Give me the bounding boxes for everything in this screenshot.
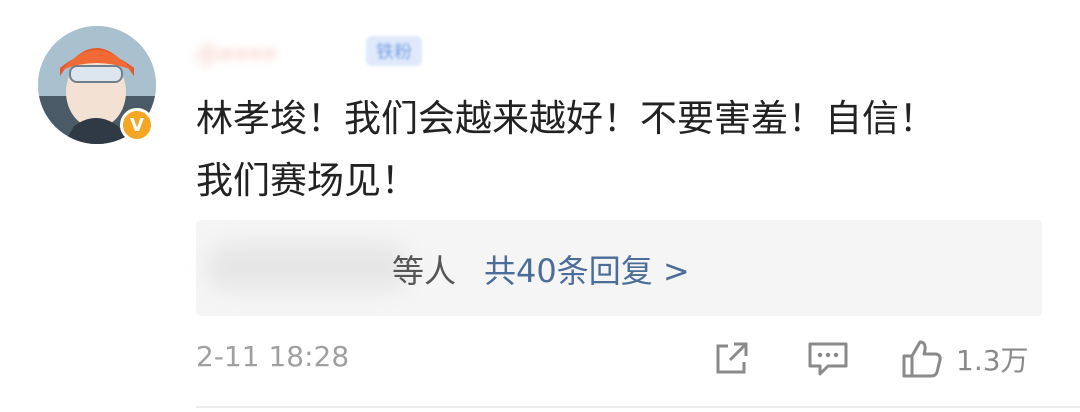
comment-text: 林孝埈！我们会越来越好！不要害羞！自信！ 我们赛场见！ <box>196 88 1046 212</box>
reply-prefix: 等人 <box>392 252 457 290</box>
like-icon <box>902 340 942 378</box>
comment-line-1: 林孝埈！我们会越来越好！不要害羞！自信！ <box>196 97 936 140</box>
comment-button[interactable] <box>806 338 850 378</box>
share-button[interactable] <box>712 338 752 378</box>
comment-time: 2-11 18:28 <box>196 340 350 373</box>
like-button[interactable]: 1.3万 <box>900 338 1029 380</box>
share-icon <box>716 342 748 374</box>
comment-line-2: 我们赛场见！ <box>196 159 418 202</box>
fan-badge: 铁粉 <box>366 36 422 66</box>
divider <box>196 406 1080 408</box>
like-count: 1.3万 <box>956 344 1029 377</box>
reply-avatars <box>208 244 408 290</box>
comment-icon <box>808 342 848 376</box>
view-replies-link[interactable]: 共40条回复 > <box>484 246 690 292</box>
username[interactable]: 小•••• <box>196 32 376 72</box>
reply-summary[interactable]: 等人 共40条回复 > <box>196 220 1042 316</box>
verified-badge: V <box>120 108 154 142</box>
